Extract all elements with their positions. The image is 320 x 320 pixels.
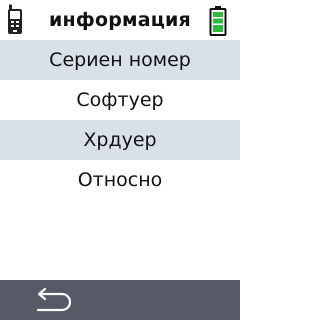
- page-title: информация: [49, 9, 191, 31]
- menu-item-about[interactable]: Относно: [0, 160, 240, 200]
- screen: информация Сериен номер Софтуер Хрдуер О…: [0, 0, 240, 320]
- header-bar: информация: [0, 0, 240, 40]
- menu-item-serial-number[interactable]: Сериен номер: [0, 40, 240, 80]
- back-arrow-icon[interactable]: [28, 284, 78, 316]
- menu-item-software[interactable]: Софтуер: [0, 80, 240, 120]
- footer-bar: [0, 280, 240, 320]
- menu-item-hardware[interactable]: Хрдуер: [0, 120, 240, 160]
- menu-list: Сериен номер Софтуер Хрдуер Относно: [0, 40, 240, 200]
- battery-full-icon: [209, 6, 227, 36]
